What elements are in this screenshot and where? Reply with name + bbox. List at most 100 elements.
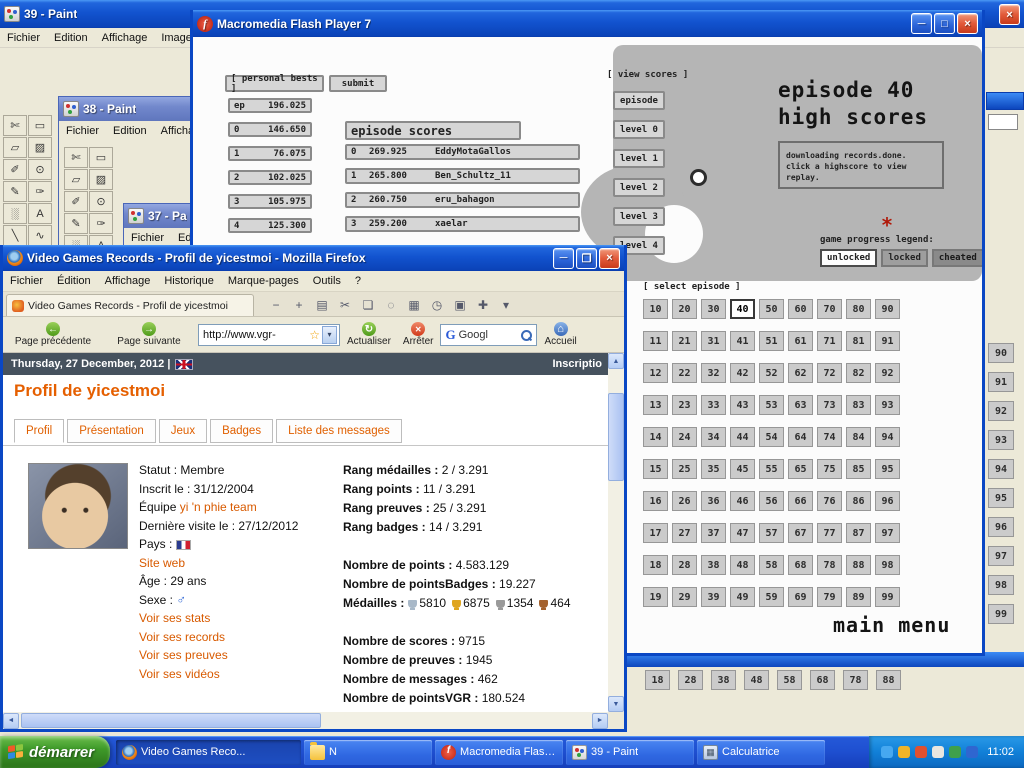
episode-cell[interactable]: 25: [672, 459, 697, 479]
episode-cell[interactable]: 11: [643, 331, 668, 351]
episode-cell[interactable]: 16: [643, 491, 668, 511]
volume-tray-icon[interactable]: [932, 746, 944, 758]
episode-cell[interactable]: 50: [759, 299, 784, 319]
main-menu-button[interactable]: main menu: [833, 613, 950, 637]
episode-cell[interactable]: 29: [672, 587, 697, 607]
personal-best-row[interactable]: 2102.025: [228, 170, 312, 185]
refresh-button[interactable]: ↻ Actualiser: [342, 318, 396, 351]
pencil-tool-icon[interactable]: ✎: [64, 213, 88, 234]
vertical-scrollbar[interactable]: ▲ ▼: [608, 353, 624, 712]
scrollbar-thumb[interactable]: [608, 393, 624, 481]
pencil-tool-icon[interactable]: ✎: [3, 181, 27, 202]
curve-tool-icon[interactable]: ∿: [28, 225, 52, 246]
episode-cell[interactable]: 49: [730, 587, 755, 607]
site-web-link[interactable]: Site web: [139, 556, 185, 570]
maximize-button[interactable]: □: [934, 13, 955, 34]
episode-cell[interactable]: 41: [730, 331, 755, 351]
brush-tool-icon[interactable]: ✑: [28, 181, 52, 202]
episode-cell[interactable]: 18: [643, 555, 668, 575]
team-link[interactable]: yi 'n phie team: [180, 500, 257, 514]
profile-link[interactable]: Voir ses stats: [139, 611, 210, 625]
episode-cell[interactable]: 68: [788, 555, 813, 575]
new-icon[interactable]: ✚: [475, 298, 491, 312]
episode-cell[interactable]: 22: [672, 363, 697, 383]
episode-cell[interactable]: 60: [788, 299, 813, 319]
episode-cell[interactable]: 72: [817, 363, 842, 383]
episode-cell[interactable]: 70: [817, 299, 842, 319]
menu-item[interactable]: Affichage: [95, 30, 155, 46]
episode-cell[interactable]: 33: [701, 395, 726, 415]
episode-cell[interactable]: 77: [817, 523, 842, 543]
taskbar-task[interactable]: Macromedia Flash ...: [435, 740, 563, 765]
episode-cell[interactable]: 75: [817, 459, 842, 479]
episode-cell[interactable]: 93: [875, 395, 900, 415]
episode-cell[interactable]: 26: [672, 491, 697, 511]
episode-cell[interactable]: 81: [846, 331, 871, 351]
fill-tool-icon[interactable]: ▨: [89, 169, 113, 190]
episode-cell[interactable]: 42: [730, 363, 755, 383]
episode-cell[interactable]: 20: [672, 299, 697, 319]
episode-cell[interactable]: 43: [730, 395, 755, 415]
minimize-button[interactable]: ─: [911, 13, 932, 34]
episode-cell[interactable]: 47: [730, 523, 755, 543]
episode-cell[interactable]: 51: [759, 331, 784, 351]
uk-flag-icon[interactable]: [175, 359, 193, 370]
episode-cell[interactable]: 61: [788, 331, 813, 351]
episode-cell[interactable]: 98: [875, 555, 900, 575]
menu-item[interactable]: Fichier: [59, 123, 106, 139]
page-tab[interactable]: Présentation: [67, 419, 156, 443]
network-tray-icon[interactable]: [966, 746, 978, 758]
episode-cell[interactable]: 91: [875, 331, 900, 351]
episode-cell[interactable]: 39: [701, 587, 726, 607]
episode-cell[interactable]: 44: [730, 427, 755, 447]
episode-cell[interactable]: 37: [701, 523, 726, 543]
episode-cell[interactable]: 52: [759, 363, 784, 383]
menu-item[interactable]: Marque-pages: [221, 273, 306, 289]
start-button[interactable]: démarrer: [0, 736, 110, 768]
episode-cell[interactable]: 35: [701, 459, 726, 479]
plus-icon[interactable]: +: [291, 298, 307, 312]
episode-cell[interactable]: 71: [817, 331, 842, 351]
episode-cell[interactable]: 17: [643, 523, 668, 543]
episode-cell[interactable]: 90: [875, 299, 900, 319]
episode-cell[interactable]: 46: [730, 491, 755, 511]
paste-icon[interactable]: ▤: [314, 298, 330, 312]
episode-cell[interactable]: 27: [672, 523, 697, 543]
episode-cell[interactable]: 59: [759, 587, 784, 607]
episode-cell[interactable]: 34: [701, 427, 726, 447]
restore-button[interactable]: ❐: [576, 248, 597, 269]
episode-cell[interactable]: 82: [846, 363, 871, 383]
rect-select-tool-icon[interactable]: ▭: [89, 147, 113, 168]
episode-cell[interactable]: 48: [730, 555, 755, 575]
episode-cell[interactable]: 15: [643, 459, 668, 479]
close-button[interactable]: ×: [957, 13, 978, 34]
eraser-tool-icon[interactable]: ▱: [3, 137, 27, 158]
episode-cell[interactable]: 28: [672, 555, 697, 575]
personal-best-row[interactable]: 4125.300: [228, 218, 312, 233]
color-picker-tool-icon[interactable]: ✐: [64, 191, 88, 212]
select-icon[interactable]: ◌: [383, 298, 399, 312]
episode-cell[interactable]: 54: [759, 427, 784, 447]
taskbar-task[interactable]: N: [304, 740, 432, 765]
brush-tool-icon[interactable]: ✑: [89, 213, 113, 234]
inscription-link[interactable]: Inscriptio: [552, 358, 602, 370]
update-tray-icon[interactable]: [898, 746, 910, 758]
personal-best-row[interactable]: 176.075: [228, 146, 312, 161]
search-icon[interactable]: [520, 329, 532, 341]
rect-select-tool-icon[interactable]: ▭: [28, 115, 52, 136]
url-field[interactable]: http://www.vgr- ☆ ▾: [198, 324, 340, 346]
scrollbar-thumb[interactable]: [21, 713, 321, 728]
search-text[interactable]: Googl: [459, 329, 488, 341]
horizontal-scrollbar[interactable]: ◄ ►: [3, 712, 608, 729]
minus-icon[interactable]: −: [268, 298, 284, 312]
free-select-tool-icon[interactable]: ✄: [64, 147, 88, 168]
color-picker-tool-icon[interactable]: ✐: [3, 159, 27, 180]
episode-cell[interactable]: 36: [701, 491, 726, 511]
episode-cell[interactable]: 87: [846, 523, 871, 543]
page-tab[interactable]: Liste des messages: [276, 419, 402, 443]
antivirus-tray-icon[interactable]: [949, 746, 961, 758]
taskbar-task[interactable]: 39 - Paint: [566, 740, 694, 765]
episode-cell[interactable]: 40: [730, 299, 755, 319]
close-button[interactable]: ×: [599, 248, 620, 269]
episode-cell[interactable]: 74: [817, 427, 842, 447]
